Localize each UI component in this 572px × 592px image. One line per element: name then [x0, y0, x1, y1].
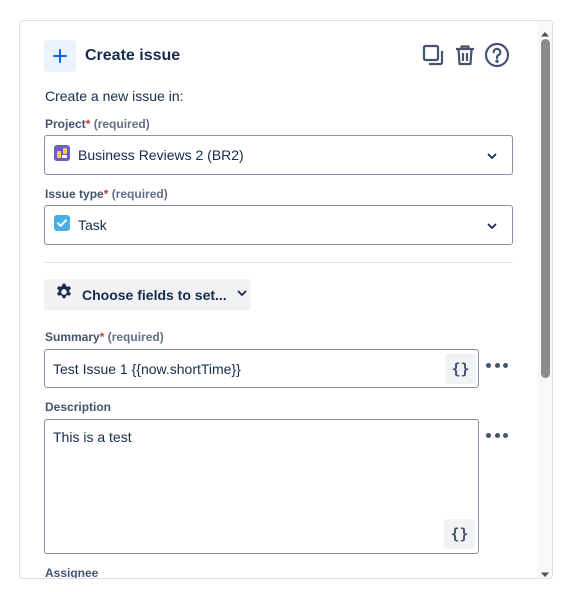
plus-icon [44, 40, 76, 72]
summary-value: Test Issue 1 {{now.shortTime}} [53, 361, 241, 377]
create-issue-panel: Create issue Create a new issue in: Proj… [19, 20, 553, 579]
description-value: This is a test [53, 429, 132, 445]
chevron-down-icon [236, 286, 248, 304]
project-select[interactable]: Business Reviews 2 (BR2) [44, 135, 513, 175]
intro-text: Create a new issue in: [45, 88, 184, 104]
help-icon[interactable] [484, 42, 510, 68]
smart-value-braces-button[interactable]: {} [445, 354, 476, 384]
summary-more-icon[interactable] [486, 359, 508, 371]
project-value: Business Reviews 2 (BR2) [78, 147, 244, 163]
description-more-icon[interactable] [486, 429, 508, 441]
divider [44, 262, 513, 263]
summary-input[interactable]: Test Issue 1 {{now.shortTime}} {} [44, 349, 479, 388]
description-textarea[interactable]: This is a test {} [44, 419, 479, 554]
scroll-up-arrow-icon[interactable] [540, 25, 550, 37]
issue-type-select[interactable]: Task [44, 205, 513, 245]
issue-type-label: Issue type* (required) [45, 187, 168, 201]
choose-fields-button[interactable]: Choose fields to set... [44, 279, 251, 310]
task-checkbox-icon [54, 214, 70, 236]
summary-label: Summary* (required) [45, 330, 164, 344]
scroll-down-arrow-icon[interactable] [540, 566, 550, 577]
project-label: Project* (required) [45, 117, 150, 131]
choose-fields-label: Choose fields to set... [82, 286, 227, 303]
chevron-down-icon [486, 149, 498, 167]
scrollbar-thumb[interactable] [541, 39, 550, 378]
panel-content: Create issue Create a new issue in: Proj… [20, 21, 537, 579]
issue-type-value: Task [78, 217, 107, 233]
assignee-label: Assignee [45, 566, 99, 579]
copy-icon[interactable] [420, 42, 446, 68]
trash-icon[interactable] [452, 42, 478, 68]
page-title: Create issue [85, 47, 181, 64]
description-label: Description [45, 400, 112, 414]
project-avatar-icon [54, 144, 70, 166]
gear-icon [54, 282, 74, 307]
chevron-down-icon [486, 219, 498, 237]
smart-value-braces-button[interactable]: {} [444, 519, 475, 549]
